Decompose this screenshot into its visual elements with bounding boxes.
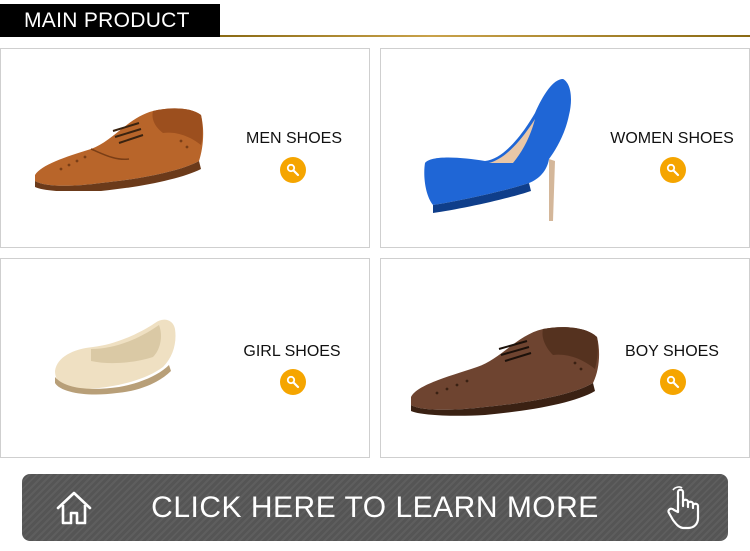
search-icon[interactable] [660,369,686,395]
product-label-girl-shoes: GIRL SHOES [243,343,341,360]
search-icon[interactable] [280,369,306,395]
learn-more-text: CLICK HERE TO LEARN MORE [151,491,599,524]
product-card-girl-shoes[interactable]: GIRL SHOES [0,258,370,458]
learn-more-banner[interactable]: CLICK HERE TO LEARN MORE [22,474,728,541]
section-header: MAIN PRODUCT [0,0,750,40]
product-label-boy-shoes: BOY SHOES [625,343,719,360]
search-icon[interactable] [280,157,306,183]
search-icon[interactable] [660,157,686,183]
hand-pointer-icon [667,486,700,530]
product-card-women-shoes[interactable]: WOMEN SHOES [380,48,750,248]
product-card-boy-shoes[interactable]: BOY SHOES [380,258,750,458]
product-label-men-shoes: MEN SHOES [245,130,342,147]
gold-divider [220,35,750,37]
product-label-women-shoes: WOMEN SHOES [610,130,734,147]
boy-shoe-image [411,327,600,416]
section-title: MAIN PRODUCT [0,4,220,37]
product-card-men-shoes[interactable]: MEN SHOES [0,48,370,248]
girl-shoe-image [55,319,176,395]
men-shoe-image [35,108,204,191]
women-shoe-image [424,79,571,221]
